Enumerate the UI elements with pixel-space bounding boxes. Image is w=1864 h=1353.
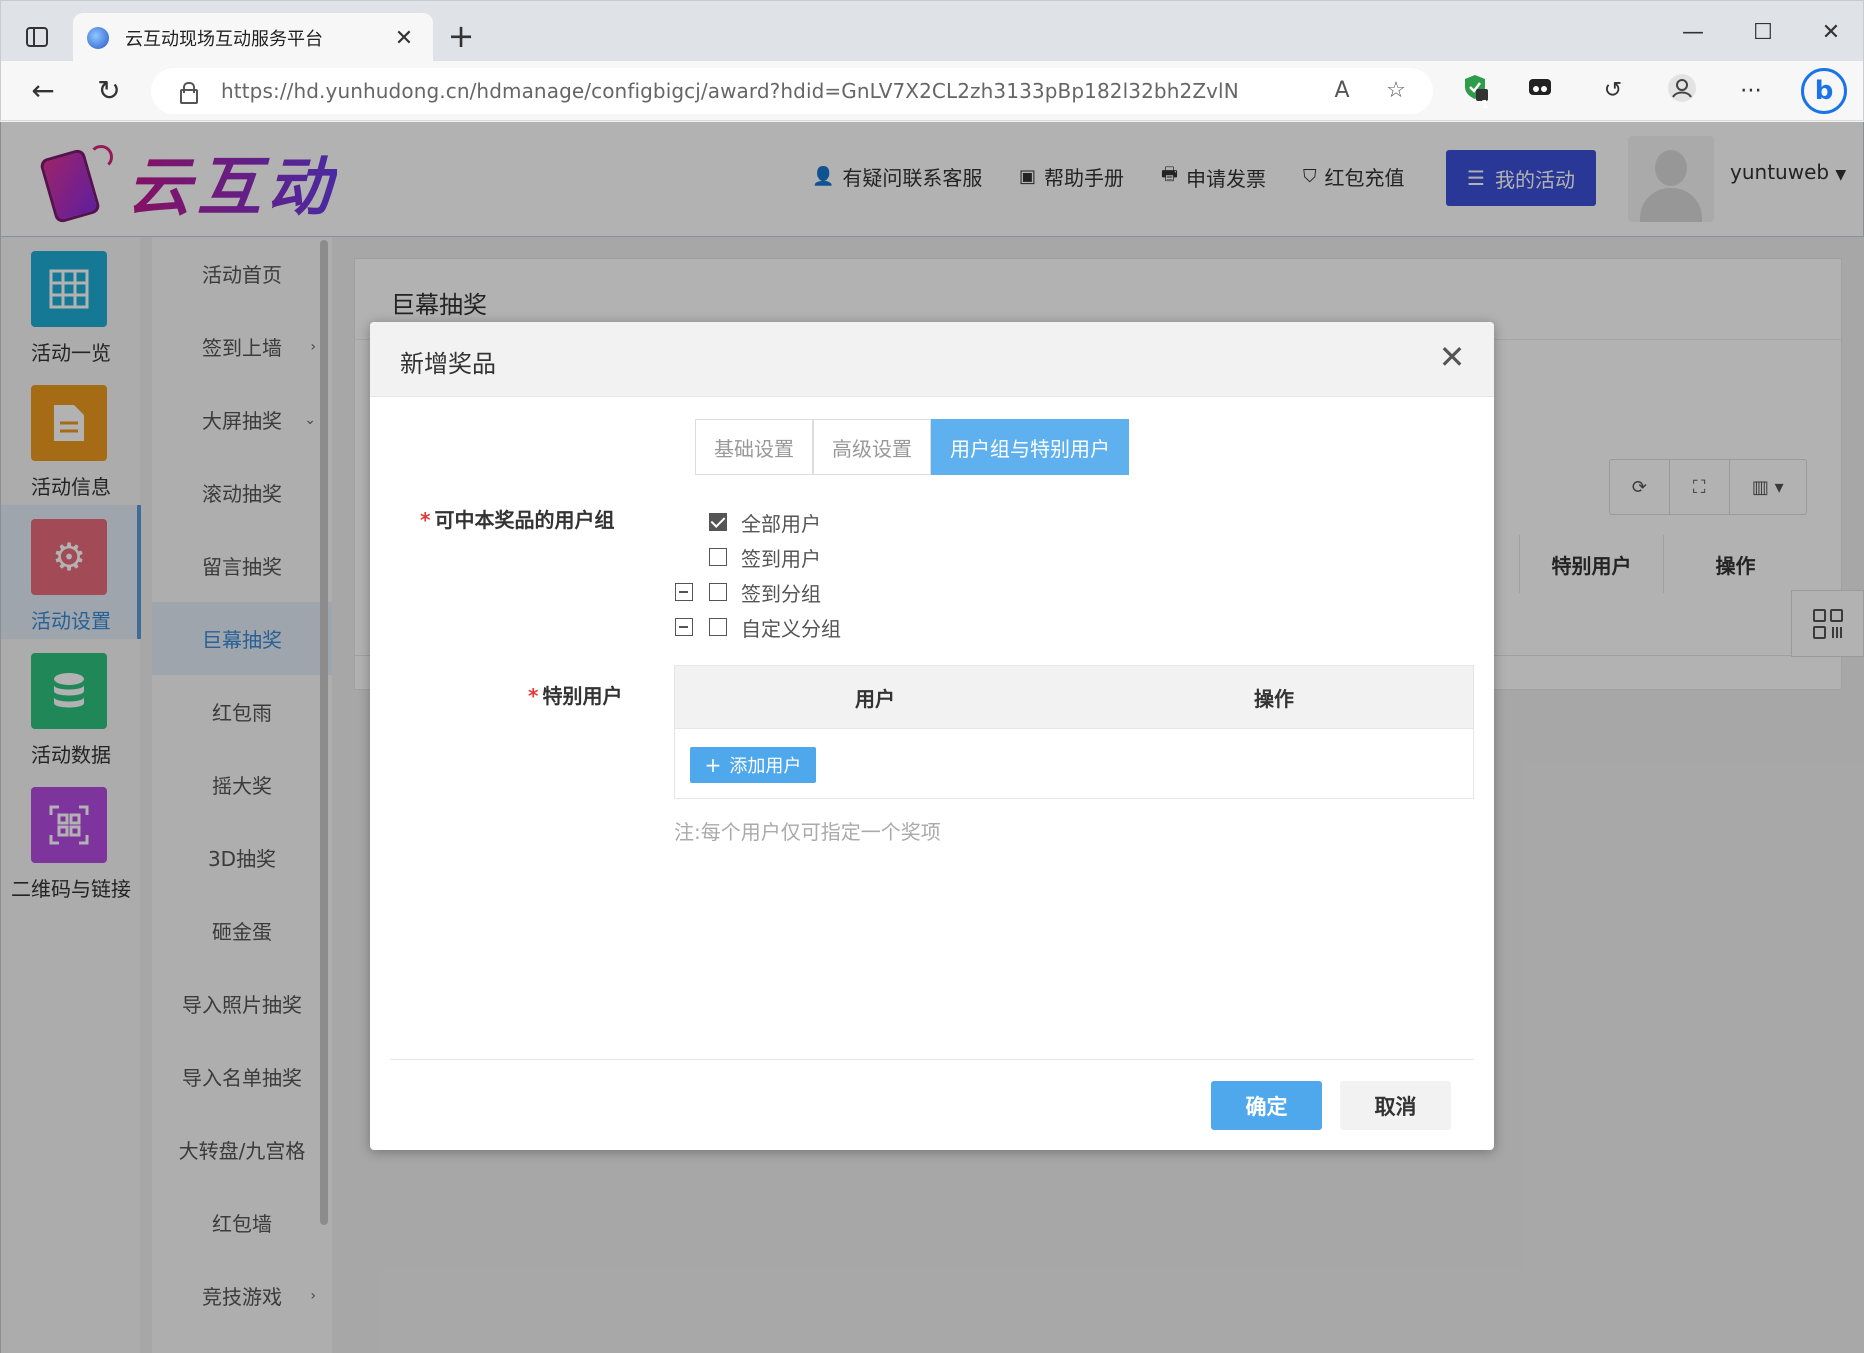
required-mark: *	[420, 508, 431, 532]
refresh-icon[interactable]: ↻	[89, 73, 129, 109]
special-users-table: 用户 操作 + 添加用户	[674, 665, 1474, 799]
history-icon[interactable]: ↺	[1593, 73, 1633, 109]
user-group-label-text: 可中本奖品的用户组	[434, 508, 615, 532]
new-tab-icon[interactable]: +	[441, 17, 481, 55]
browser-tab[interactable]: 云互动现场互动服务平台 ✕	[73, 13, 433, 63]
checkbox[interactable]	[709, 548, 727, 566]
special-users-label: * 特别用户	[528, 680, 622, 709]
close-icon[interactable]: ✕	[1432, 338, 1472, 376]
column-action: 操作	[1254, 687, 1294, 711]
tab-basic-settings[interactable]: 基础设置	[695, 419, 813, 475]
checkbox[interactable]	[709, 618, 727, 636]
extension-badge: 1	[1481, 98, 1489, 111]
dialog-title: 新增奖品	[400, 350, 496, 378]
group-option[interactable]: 签到用户	[675, 542, 821, 572]
minimize-icon[interactable]: —	[1673, 15, 1713, 51]
dialog-tabs: 基础设置 高级设置 用户组与特别用户	[695, 419, 1129, 475]
profile-icon[interactable]	[1662, 73, 1702, 109]
note-text: 注:每个用户仅可指定一个奖项	[674, 820, 941, 844]
special-users-label-text: 特别用户	[542, 684, 623, 708]
tab-close-icon[interactable]: ✕	[389, 26, 419, 51]
table-header: 用户 操作	[675, 666, 1473, 729]
collapse-icon[interactable]	[675, 583, 693, 601]
user-group-label: * 可中本奖品的用户组	[420, 504, 614, 533]
add-user-label: 添加用户	[729, 756, 802, 777]
checkbox-checked[interactable]	[709, 513, 727, 531]
add-prize-dialog: 新增奖品 ✕ 基础设置 高级设置 用户组与特别用户 * 可中本奖品的用户组 全部用…	[370, 322, 1494, 1150]
group-label: 全部用户	[741, 511, 821, 536]
column-user: 用户	[855, 687, 895, 711]
group-label: 自定义分组	[741, 616, 841, 641]
tab-advanced-settings[interactable]: 高级设置	[813, 419, 931, 475]
divider	[390, 1059, 1474, 1060]
cancel-button[interactable]: 取消	[1340, 1081, 1451, 1130]
shield-extension-icon[interactable]: 1	[1455, 73, 1495, 111]
add-user-button[interactable]: + 添加用户	[690, 747, 816, 783]
back-icon[interactable]: ←	[23, 73, 63, 109]
tab-title: 云互动现场互动服务平台	[125, 29, 323, 50]
close-window-icon[interactable]: ✕	[1811, 15, 1851, 51]
tab-user-groups[interactable]: 用户组与特别用户	[931, 419, 1129, 475]
collapse-icon[interactable]	[675, 618, 693, 636]
group-option[interactable]: 自定义分组	[675, 612, 841, 642]
more-icon[interactable]: ⋯	[1731, 73, 1771, 109]
read-aloud-icon[interactable]: A	[1325, 76, 1359, 106]
dialog-header: 新增奖品 ✕	[370, 322, 1494, 397]
url-field[interactable]: https://hd.yunhudong.cn/hdmanage/configb…	[151, 68, 1433, 114]
extension-icon[interactable]	[1520, 73, 1560, 109]
maximize-icon[interactable]: ☐	[1743, 15, 1783, 51]
favicon-icon	[87, 27, 109, 49]
plus-icon: +	[704, 753, 722, 777]
address-bar: ← ↻ https://hd.yunhudong.cn/hdmanage/con…	[0, 61, 1864, 121]
checkbox[interactable]	[709, 583, 727, 601]
url-text: https://hd.yunhudong.cn/hdmanage/configb…	[221, 79, 1239, 103]
sidebar-toggle-icon[interactable]	[19, 19, 55, 55]
bing-icon[interactable]: b	[1801, 68, 1847, 114]
favorites-icon[interactable]: ☆	[1379, 76, 1413, 106]
lock-icon	[177, 81, 198, 104]
group-option[interactable]: 签到分组	[675, 577, 821, 607]
group-label: 签到分组	[741, 581, 821, 606]
group-option[interactable]: 全部用户	[675, 507, 821, 537]
group-label: 签到用户	[741, 546, 821, 571]
browser-titlebar: 云互动现场互动服务平台 ✕ + — ☐ ✕	[0, 0, 1864, 63]
confirm-button[interactable]: 确定	[1211, 1081, 1322, 1130]
required-mark: *	[528, 684, 539, 708]
